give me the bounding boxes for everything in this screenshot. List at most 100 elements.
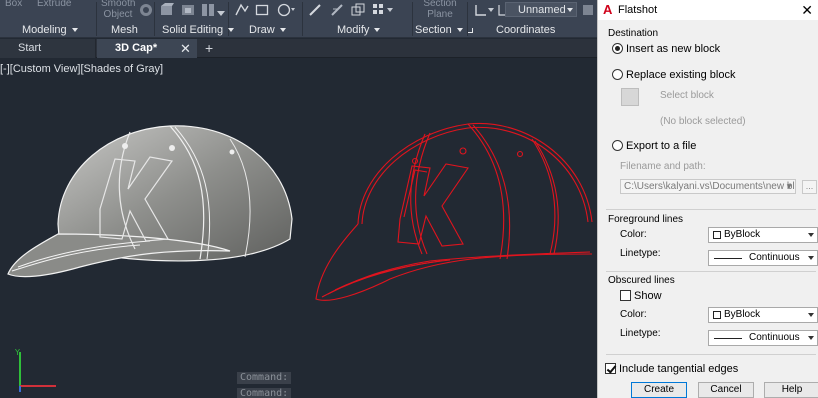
select-block-icon: [621, 88, 639, 106]
autocad-logo-icon: A: [603, 2, 613, 17]
panel-solid-editing-label: Solid Editing: [162, 24, 224, 36]
chevron-down-icon: [808, 233, 814, 237]
ucs-icon[interactable]: [474, 3, 496, 20]
polyline-icon[interactable]: [235, 3, 249, 20]
dialog-titlebar: A Flatshot ✕: [598, 0, 818, 20]
ob-linetype-label: Linetype:: [620, 328, 661, 339]
viewport-controls[interactable]: [-][Custom View][Shades of Gray]: [0, 63, 163, 75]
extrude-tool-label[interactable]: Extrude: [37, 0, 71, 9]
panel-solid-editing[interactable]: Solid Editing: [162, 24, 235, 36]
panel-mesh[interactable]: Mesh: [111, 24, 138, 36]
stretch-icon[interactable]: [330, 3, 344, 20]
separate-icon[interactable]: [201, 3, 215, 20]
tab-3d-cap-label: 3D Cap*: [115, 42, 158, 54]
include-tangential-label: Include tangential edges: [619, 363, 739, 375]
color-swatch: [713, 311, 721, 319]
chevron-down-icon: [228, 28, 235, 33]
chevron-down-icon: [567, 8, 573, 12]
solid-edit-more-icon[interactable]: [217, 6, 225, 20]
radio-selected: [612, 43, 623, 54]
ribbon-panel-labels: Modeling Mesh Solid Editing Draw Modify …: [0, 24, 597, 38]
ob-linetype-value: Continuous: [749, 332, 800, 343]
panel-modeling-label: Modeling: [22, 24, 67, 36]
export-to-file-radio[interactable]: Export to a file: [612, 140, 696, 154]
world-icon[interactable]: [582, 3, 594, 20]
shaded-cap-model: [7, 125, 293, 278]
filename-value: C:\Users\kalyani.vs\Documents\new block.…: [624, 181, 795, 192]
smooth-object-label[interactable]: Smooth Object: [101, 0, 135, 20]
group-divider: [606, 271, 816, 272]
browse-button: ...: [802, 180, 817, 194]
fg-linetype-dropdown[interactable]: Continuous: [708, 250, 818, 266]
linetype-preview: [714, 258, 742, 259]
fillet-icon[interactable]: [181, 3, 195, 20]
panel-modeling[interactable]: Modeling: [22, 24, 78, 36]
ob-color-label: Color:: [620, 309, 647, 320]
export-to-file-label: Export to a file: [626, 140, 697, 152]
ob-color-value: ByBlock: [724, 309, 761, 320]
array-icon[interactable]: [372, 3, 394, 20]
show-obscured-label: Show: [634, 290, 662, 302]
panel-launcher-icon[interactable]: [467, 28, 473, 33]
cancel-button[interactable]: Cancel: [698, 382, 754, 398]
panel-modify[interactable]: Modify: [337, 24, 381, 36]
chevron-down-icon: [71, 28, 78, 33]
move-icon[interactable]: [308, 3, 322, 20]
drawing-viewport[interactable]: [-][Custom View][Shades of Gray] Y Comma…: [0, 59, 597, 398]
checkbox-unchecked: [620, 290, 631, 301]
ob-linetype-dropdown[interactable]: Continuous: [708, 330, 818, 346]
circle-icon[interactable]: [277, 3, 295, 20]
fg-color-dropdown[interactable]: ByBlock: [708, 227, 818, 243]
filename-label: Filename and path:: [620, 161, 706, 172]
close-icon[interactable]: ✕: [180, 41, 191, 57]
group-divider: [606, 209, 816, 210]
chevron-down-icon: [808, 336, 814, 340]
obscured-lines-label: Obscured lines: [608, 275, 675, 286]
destination-group-label: Destination: [608, 28, 659, 39]
create-button[interactable]: Create: [631, 382, 687, 398]
color-swatch: [713, 231, 721, 239]
include-tangential-checkbox[interactable]: Include tangential edges: [605, 363, 738, 377]
insert-new-block-radio[interactable]: Insert as new block: [612, 43, 720, 57]
fg-color-label: Color:: [620, 229, 647, 240]
filename-field: C:\Users\kalyani.vs\Documents\new block.…: [620, 179, 796, 194]
copy-icon[interactable]: [351, 3, 365, 20]
mesh-icon[interactable]: [139, 3, 153, 20]
foreground-lines-label: Foreground lines: [608, 214, 684, 225]
dialog-title: Flatshot: [618, 4, 658, 16]
close-icon[interactable]: ✕: [801, 2, 813, 19]
panel-section[interactable]: Section: [415, 24, 473, 36]
linetype-preview: [714, 338, 742, 339]
show-obscured-checkbox[interactable]: Show: [620, 290, 662, 304]
panel-draw[interactable]: Draw: [249, 24, 286, 36]
command-input-line[interactable]: Command:: [237, 388, 292, 398]
chevron-down-icon: [374, 28, 381, 33]
insert-new-block-label: Insert as new block: [626, 43, 721, 55]
chevron-down-icon: [808, 256, 814, 260]
panel-coordinates-label: Coordinates: [496, 24, 556, 36]
replace-existing-block-radio[interactable]: Replace existing block: [612, 69, 735, 83]
chevron-down-icon: ▼: [785, 182, 793, 191]
ob-color-dropdown[interactable]: ByBlock: [708, 307, 818, 323]
fg-linetype-value: Continuous: [749, 252, 800, 263]
panel-coordinates[interactable]: Coordinates: [496, 24, 555, 36]
rectangle-icon[interactable]: [255, 3, 269, 20]
tab-start[interactable]: Start: [0, 39, 96, 58]
panel-section-label: Section: [415, 24, 452, 36]
ucs-axis-icon: Y: [14, 348, 56, 392]
replace-existing-block-label: Replace existing block: [626, 69, 736, 81]
panel-modify-label: Modify: [337, 24, 370, 36]
radio-unselected: [612, 140, 623, 151]
solid-edit-icon[interactable]: [160, 3, 174, 20]
group-divider: [606, 354, 816, 355]
radio-unselected: [612, 69, 623, 80]
box-tool-label[interactable]: Box: [5, 0, 22, 9]
section-plane-label[interactable]: Section Plane: [420, 0, 460, 20]
new-tab-plus-icon[interactable]: +: [205, 40, 213, 56]
named-view-dropdown[interactable]: Unnamed: [505, 2, 577, 17]
svg-text:Y: Y: [14, 348, 20, 357]
autocad-window: Box Extrude Smooth Object Section Plane …: [0, 0, 818, 398]
checkbox-checked: [605, 363, 616, 374]
help-button[interactable]: Help: [764, 382, 818, 398]
no-block-selected-text: (No block selected): [660, 116, 746, 127]
